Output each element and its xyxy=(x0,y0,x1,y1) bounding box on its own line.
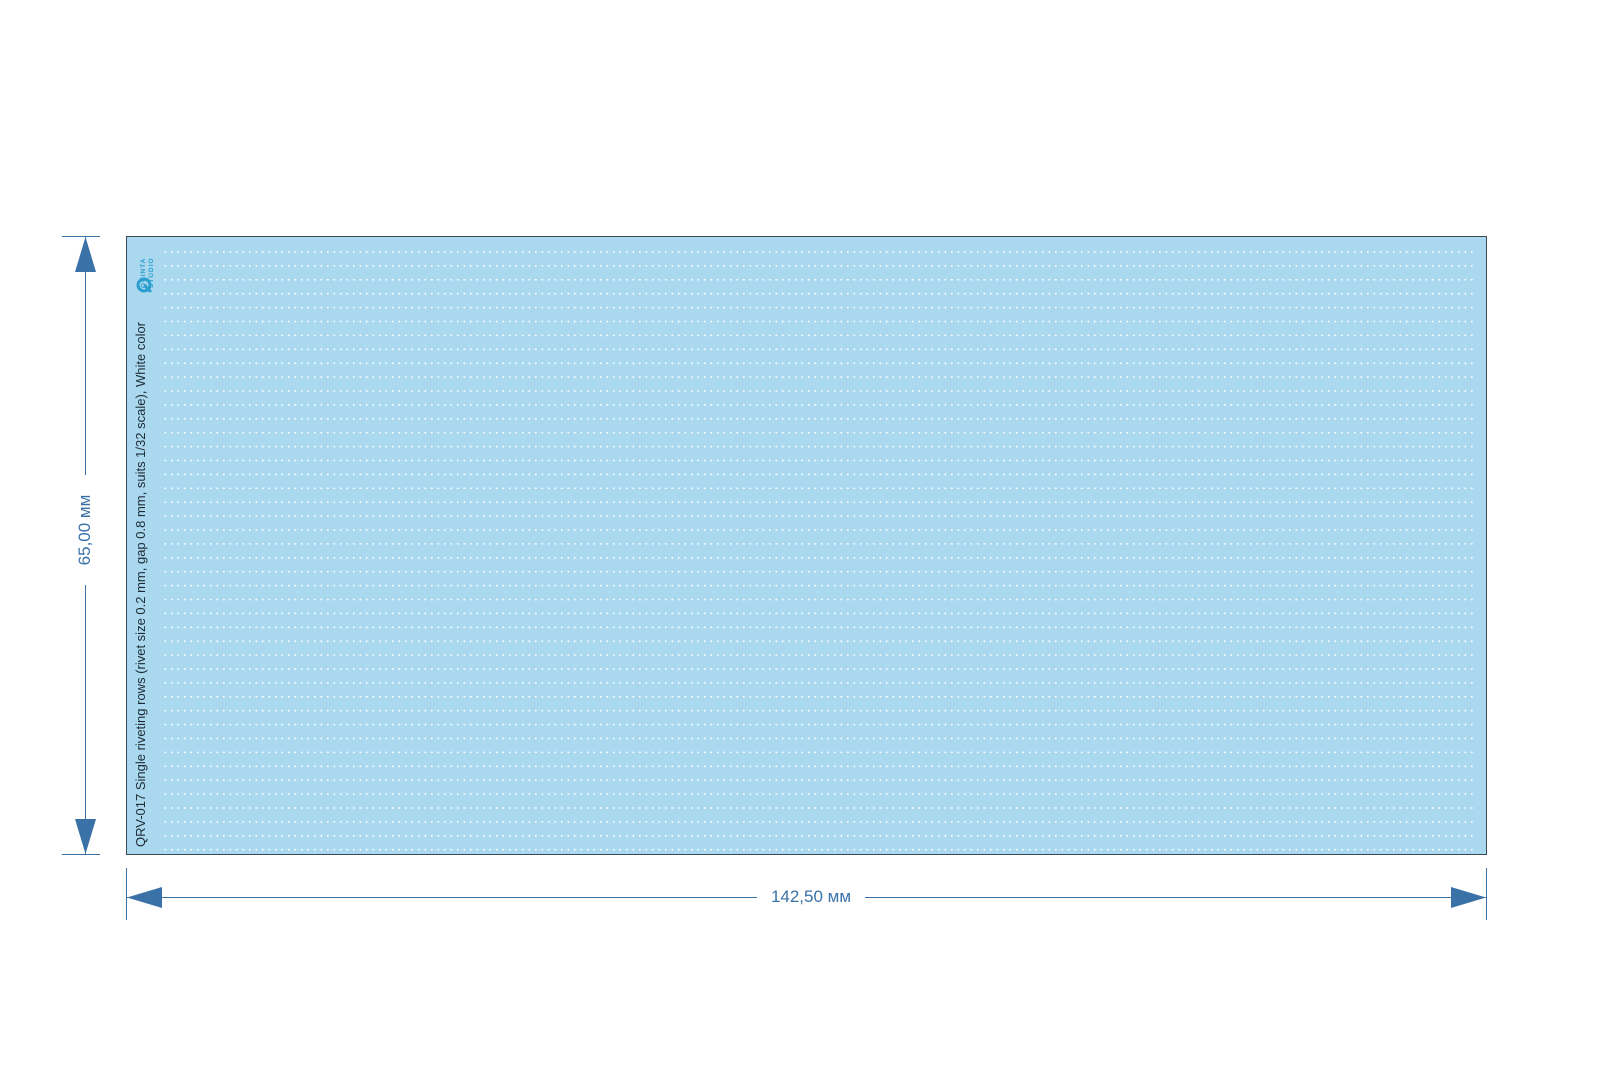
rivet-row xyxy=(164,598,1474,601)
rivet-row xyxy=(164,542,1474,546)
brand-line-1: QUINTA xyxy=(140,257,147,288)
rivet-row xyxy=(164,473,1474,476)
rivet-row xyxy=(164,848,1474,852)
height-arrow-bottom-icon xyxy=(75,819,96,854)
rivet-row xyxy=(164,320,1474,323)
rivet-rows xyxy=(164,250,1474,852)
rivet-row xyxy=(164,681,1474,685)
rivet-row xyxy=(164,459,1474,462)
rivet-row xyxy=(164,723,1474,727)
rivet-row xyxy=(164,653,1474,657)
rivet-row xyxy=(164,612,1474,615)
rivet-row xyxy=(164,778,1474,782)
rivet-row xyxy=(164,626,1474,629)
width-arrow-left-icon xyxy=(127,887,162,908)
rivet-row xyxy=(164,514,1474,518)
rivet-row xyxy=(164,792,1474,796)
rivet-row xyxy=(164,361,1474,365)
rivet-row xyxy=(164,639,1474,643)
rivet-row xyxy=(164,417,1474,421)
rivet-row xyxy=(164,584,1474,588)
height-arrow-top-icon xyxy=(75,237,96,272)
rivet-row xyxy=(164,751,1474,754)
rivet-row xyxy=(164,667,1474,671)
rivet-row xyxy=(164,264,1474,268)
rivet-row xyxy=(164,403,1474,407)
rivet-row xyxy=(164,695,1474,699)
rivet-row xyxy=(164,306,1474,310)
rivet-row xyxy=(164,500,1474,504)
rivet-row xyxy=(164,820,1474,824)
rivet-row xyxy=(164,737,1474,740)
rivet-row xyxy=(164,292,1474,296)
rivet-row xyxy=(164,389,1474,393)
width-dimension-label: 142,50 мм xyxy=(757,886,865,908)
rivet-row xyxy=(164,250,1474,254)
rivet-row xyxy=(164,570,1474,574)
rivet-row xyxy=(164,375,1474,379)
decal-sheet xyxy=(126,236,1487,855)
brand-line-2: STUDIO xyxy=(147,257,155,288)
height-dimension-label: 65,00 мм xyxy=(74,475,96,585)
rivet-row xyxy=(164,278,1474,282)
rivet-row xyxy=(164,556,1474,560)
sheet-caption: QRV-017 Single riveting rows (rivet size… xyxy=(133,321,148,847)
rivet-row xyxy=(164,806,1474,810)
rivet-row xyxy=(164,487,1474,490)
brand-name: QUINTA STUDIO xyxy=(140,257,155,288)
rivet-row xyxy=(164,709,1474,713)
rivet-row xyxy=(164,445,1474,449)
rivet-row xyxy=(164,528,1474,532)
width-arrow-right-icon xyxy=(1451,887,1486,908)
rivet-row xyxy=(164,431,1474,435)
rivet-row xyxy=(164,834,1474,838)
rivet-row xyxy=(164,334,1474,337)
rivet-row xyxy=(164,765,1474,768)
rivet-row xyxy=(164,348,1474,351)
